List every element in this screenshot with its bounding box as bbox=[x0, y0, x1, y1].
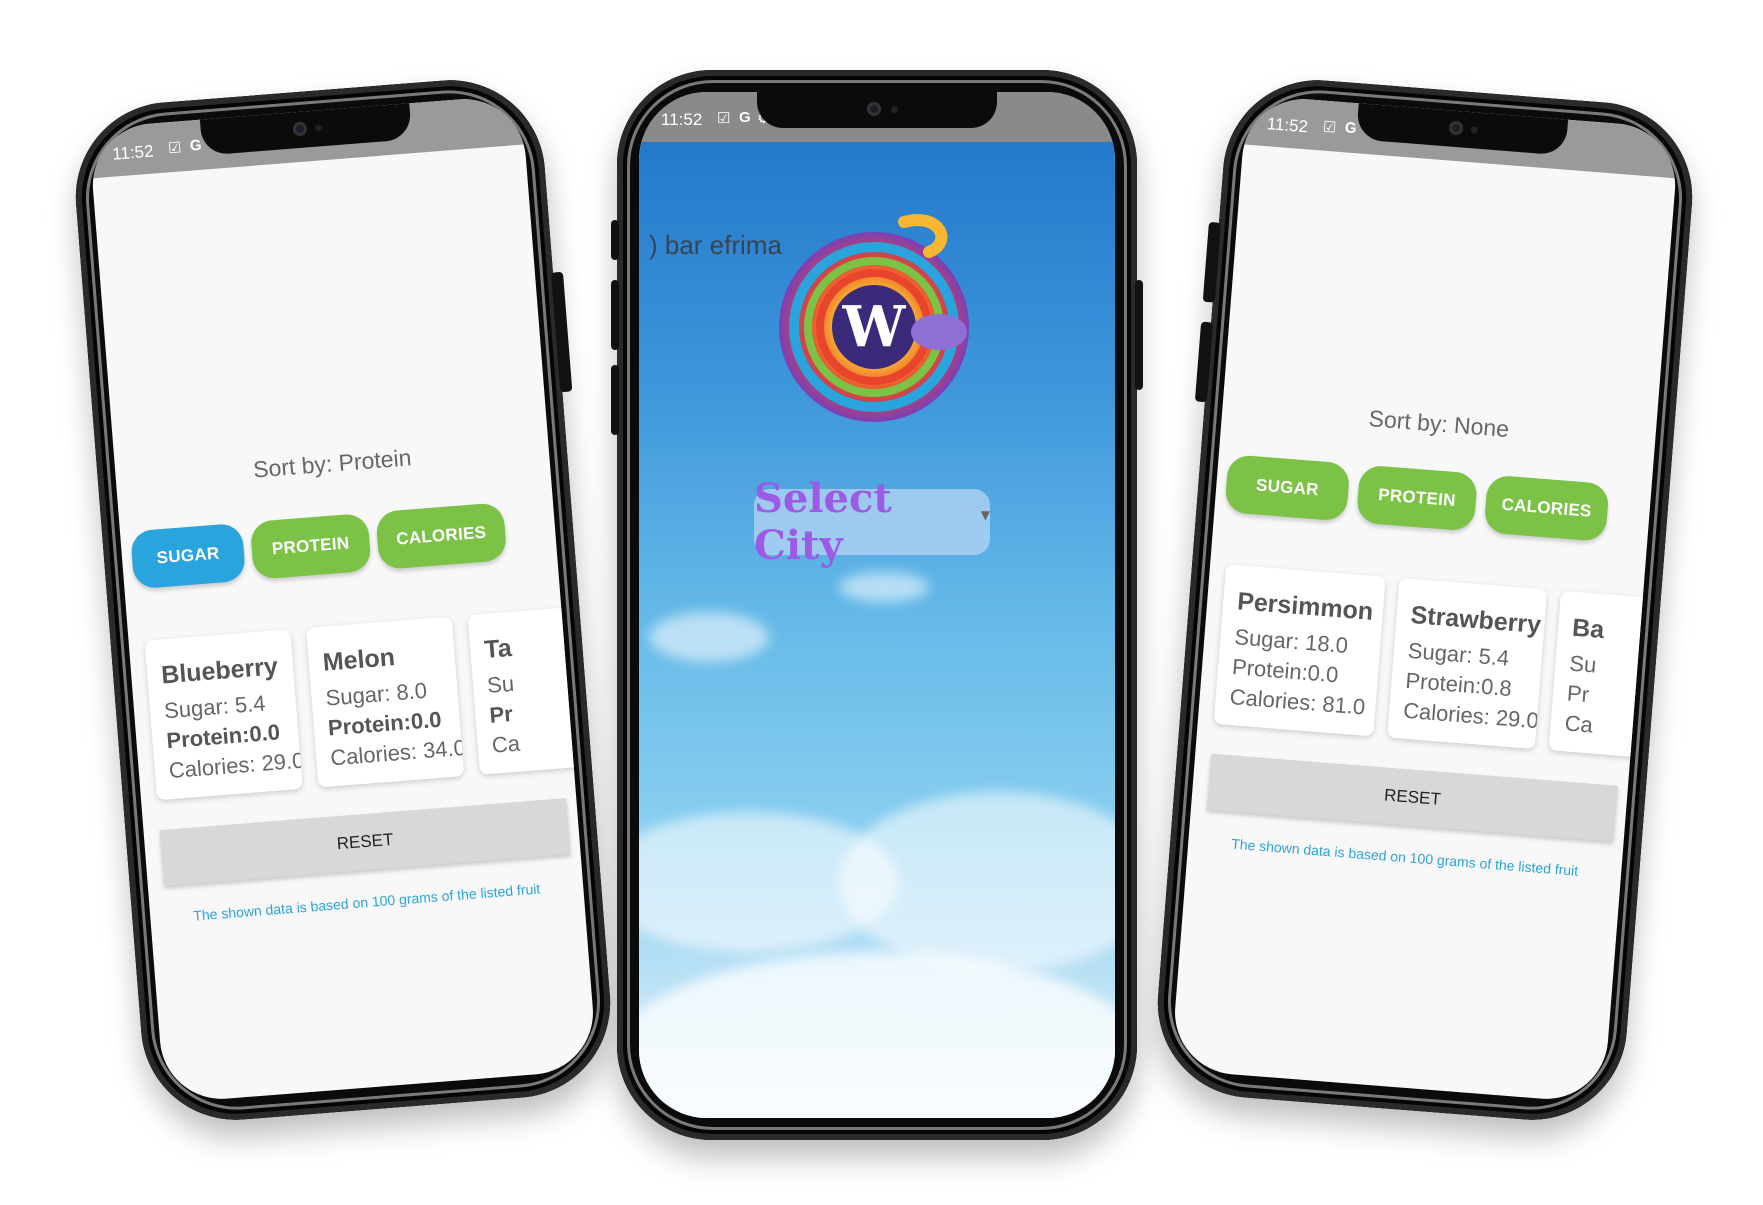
fruit-card[interactable]: Blueberry Sugar: 5.4 Protein:0.0 Calorie… bbox=[144, 629, 303, 801]
sugar-button[interactable]: SUGAR bbox=[1224, 454, 1351, 522]
left-screen: 11:52 ☑ G ⚙ Sort by: Protein SUGAR PROTE… bbox=[88, 94, 598, 1104]
fruit-card[interactable]: Ta Su Pr Ca bbox=[467, 603, 598, 775]
power-button bbox=[1135, 280, 1143, 390]
select-city-label: Select City bbox=[754, 475, 892, 569]
fruit-name: Ta bbox=[483, 633, 513, 665]
calories-button[interactable]: CALORIES bbox=[375, 502, 508, 571]
fruit-name: Ba bbox=[1571, 613, 1606, 645]
reset-button[interactable]: RESET bbox=[159, 798, 571, 886]
sensor-icon bbox=[314, 124, 323, 132]
app-logo: W bbox=[779, 214, 969, 422]
google-g-icon: G bbox=[189, 136, 203, 155]
calories-button[interactable]: CALORIES bbox=[1483, 474, 1610, 542]
check-icon: ☑ bbox=[1322, 118, 1337, 137]
fruit-card[interactable]: Ba Su Pr Ca bbox=[1548, 590, 1680, 762]
check-icon: ☑ bbox=[717, 110, 731, 127]
fruit-card[interactable]: Persimmon Sugar: 18.0 Protein:0.0 Calori… bbox=[1213, 564, 1386, 737]
volume-button bbox=[611, 280, 619, 350]
camera-icon bbox=[1448, 120, 1464, 136]
volume-button bbox=[550, 271, 573, 393]
cloud bbox=[639, 952, 1115, 1118]
select-city-dropdown[interactable]: Select City ▼ bbox=[754, 475, 990, 569]
fruit-name: Blueberry bbox=[160, 652, 279, 690]
logo-letter: W bbox=[842, 294, 907, 360]
volume-button bbox=[611, 365, 619, 435]
sort-label: Sort by: None bbox=[1367, 405, 1511, 443]
data-note: The shown data is based on 100 grams of … bbox=[1230, 835, 1579, 879]
sensor-icon bbox=[1470, 126, 1479, 134]
cloud bbox=[839, 572, 929, 602]
back-link[interactable]: ) bar efrima bbox=[649, 230, 782, 261]
google-g-icon: G bbox=[1344, 119, 1358, 138]
sensor-icon bbox=[891, 106, 898, 113]
volume-button bbox=[611, 220, 619, 260]
fruit-name: Melon bbox=[321, 643, 396, 677]
fruit-name: Persimmon bbox=[1236, 587, 1375, 626]
status-time: 11:52 bbox=[111, 141, 155, 164]
check-icon: ☑ bbox=[167, 139, 183, 158]
dropdown-caret-icon: ▼ bbox=[980, 508, 990, 522]
data-note: The shown data is based on 100 grams of … bbox=[192, 880, 541, 924]
camera-icon bbox=[292, 121, 308, 137]
right-screen: 11:52 ☑ G ⚙ Sort by: None SUGAR PROTEIN … bbox=[1170, 94, 1680, 1104]
sugar-button[interactable]: SUGAR bbox=[129, 522, 247, 590]
fruit-calories: Ca bbox=[1563, 710, 1594, 738]
cloud bbox=[649, 612, 769, 662]
fruit-card[interactable]: Melon Sugar: 8.0 Protein:0.0 Calories: 3… bbox=[306, 616, 465, 788]
volume-button bbox=[1194, 321, 1214, 403]
left-phone: 11:52 ☑ G ⚙ Sort by: Protein SUGAR PROTE… bbox=[68, 73, 618, 1127]
center-screen: 11:52 ☑ G ⚙ ) bar efrima bbox=[639, 92, 1115, 1118]
fruit-card[interactable]: Strawberry Sugar: 5.4 Protein:0.8 Calori… bbox=[1387, 577, 1548, 750]
status-time: 11:52 bbox=[661, 110, 703, 129]
google-g-icon: G bbox=[739, 109, 751, 126]
reset-button[interactable]: RESET bbox=[1206, 753, 1619, 842]
notch bbox=[757, 92, 997, 128]
protein-button[interactable]: PROTEIN bbox=[249, 512, 372, 580]
sort-label: Sort by: Protein bbox=[252, 444, 413, 483]
volume-button bbox=[1202, 221, 1221, 303]
right-phone: 11:52 ☑ G ⚙ Sort by: None SUGAR PROTEIN … bbox=[1150, 73, 1700, 1127]
protein-button[interactable]: PROTEIN bbox=[1355, 464, 1479, 532]
fruit-name: Strawberry bbox=[1409, 600, 1543, 640]
fruit-sugar: Su bbox=[486, 670, 515, 698]
camera-icon bbox=[867, 102, 881, 116]
center-phone: 11:52 ☑ G ⚙ ) bar efrima bbox=[611, 70, 1143, 1140]
status-time: 11:52 bbox=[1266, 114, 1309, 137]
